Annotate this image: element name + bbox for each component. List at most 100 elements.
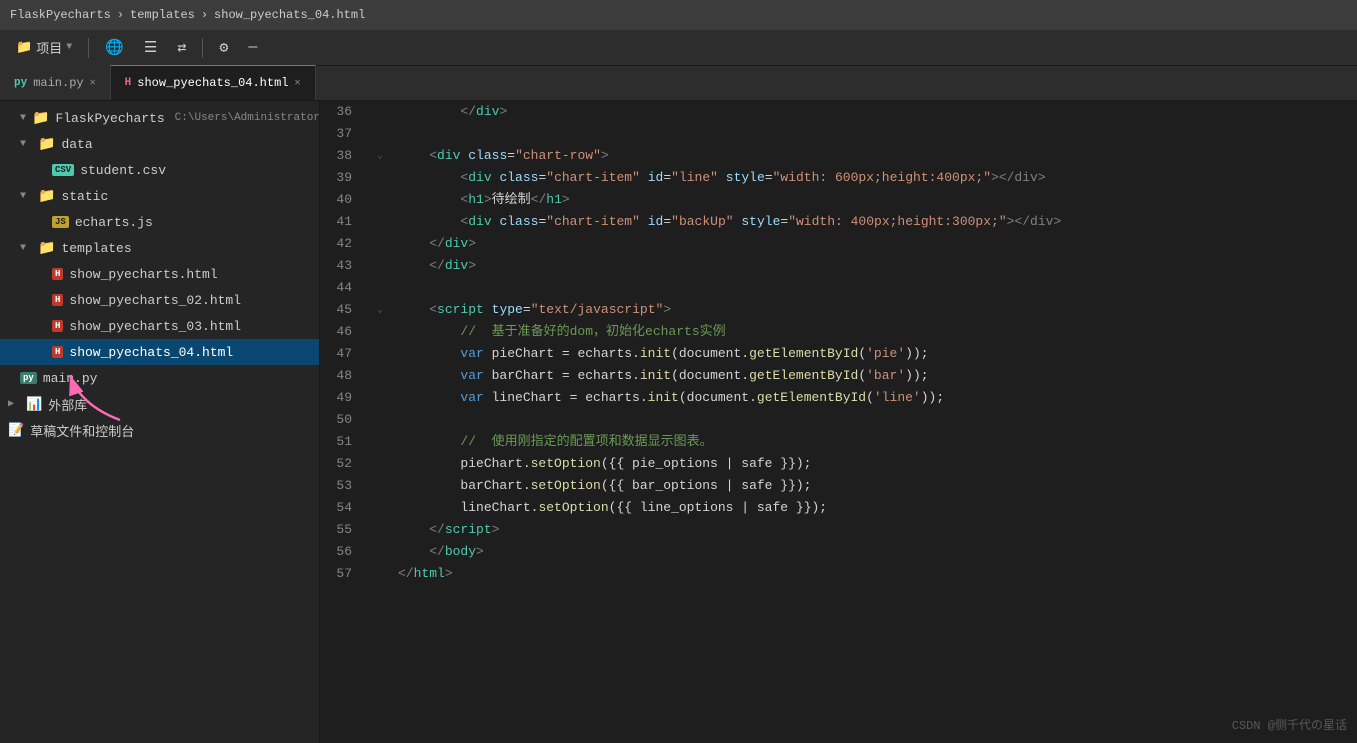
- code-line-36: </div>: [390, 101, 1357, 123]
- code-text: [492, 167, 500, 189]
- code-text: (document.: [671, 343, 749, 365]
- external-lib-icon: 📊: [26, 397, 42, 412]
- line-num-52: 52: [320, 453, 360, 475]
- sidebar-item-show-02[interactable]: H show_pyecharts_02.html: [0, 287, 319, 313]
- code-text: <: [460, 211, 468, 233]
- code-text: =: [765, 167, 773, 189]
- code-text: =: [538, 211, 546, 233]
- code-text: 'line': [874, 387, 921, 409]
- collapse-icon: ☰: [144, 38, 157, 57]
- indicator-55: [370, 519, 390, 541]
- code-text: =: [663, 211, 671, 233]
- code-text: "chart-item": [546, 167, 640, 189]
- indicator-45: ⌄: [370, 299, 390, 321]
- code-text: ({{ bar_options | safe }});: [601, 475, 812, 497]
- indicator-50: [370, 409, 390, 431]
- code-text: [492, 211, 500, 233]
- sync-button[interactable]: ⇄: [169, 34, 194, 61]
- chevron-down-icon: ▼: [20, 191, 32, 202]
- line-num-44: 44: [320, 277, 360, 299]
- tab-show-html[interactable]: H show_pyechats_04.html ✕: [110, 65, 316, 100]
- code-text: [398, 541, 429, 563]
- sidebar-item-show-01[interactable]: H show_pyecharts.html: [0, 261, 319, 287]
- line-num-42: 42: [320, 233, 360, 255]
- code-text: <: [460, 189, 468, 211]
- add-directory-button[interactable]: 🌐: [97, 34, 132, 61]
- py-file-icon: py: [20, 372, 37, 384]
- tab-close-main-py[interactable]: ✕: [90, 77, 96, 89]
- sidebar-item-show-03[interactable]: H show_pyecharts_03.html: [0, 313, 319, 339]
- indicator-39: [370, 167, 390, 189]
- code-text: </: [460, 101, 476, 123]
- collapse-all-button[interactable]: ☰: [136, 34, 165, 61]
- code-text: >: [468, 233, 476, 255]
- minimize-button[interactable]: —: [240, 35, 265, 60]
- code-text: [718, 167, 726, 189]
- line-num-49: 49: [320, 387, 360, 409]
- code-text: style: [741, 211, 780, 233]
- indicator-46: [370, 321, 390, 343]
- project-menu-item[interactable]: 📁 项目 ▼: [8, 34, 80, 61]
- code-text: class: [468, 145, 507, 167]
- sidebar-item-echarts-js[interactable]: JS echarts.js: [0, 209, 319, 235]
- line-num-46: 46: [320, 321, 360, 343]
- html-file-icon-2: H: [52, 294, 63, 306]
- code-text: <: [460, 167, 468, 189]
- code-text: ></div>: [991, 167, 1046, 189]
- code-text: div: [445, 233, 468, 255]
- sidebar-item-show-04[interactable]: H show_pyechats_04.html: [0, 339, 319, 365]
- code-text: 待绘制: [492, 189, 531, 211]
- menu-separator-1: [88, 38, 89, 58]
- indicator-56: [370, 541, 390, 563]
- tab-close-show-html[interactable]: ✕: [295, 77, 301, 89]
- code-text: [398, 387, 460, 409]
- code-text: =: [523, 299, 531, 321]
- code-text: // 使用刚指定的配置项和数据显示图表。: [460, 431, 712, 453]
- minimize-icon: —: [248, 39, 257, 56]
- code-line-51: // 使用刚指定的配置项和数据显示图表。: [390, 431, 1357, 453]
- menu-bar: 📁 项目 ▼ 🌐 ☰ ⇄ ⚙ —: [0, 30, 1357, 66]
- code-line-48: var barChart = echarts.init(document.get…: [390, 365, 1357, 387]
- code-text: getElementById: [749, 343, 858, 365]
- sidebar-item-draft-console[interactable]: 📝 草稿文件和控制台: [0, 417, 319, 443]
- code-text: [460, 145, 468, 167]
- folder-icon: 📁: [16, 40, 32, 55]
- code-text: "backUp": [671, 211, 733, 233]
- code-text: var: [460, 387, 483, 409]
- sidebar-item-data-folder[interactable]: ▼ 📁 data: [0, 131, 319, 157]
- code-text: ({{ pie_options | safe }});: [601, 453, 812, 475]
- code-line-42: </div>: [390, 233, 1357, 255]
- code-text: >: [663, 299, 671, 321]
- code-text: [398, 189, 460, 211]
- chevron-down-icon: ▼: [20, 113, 26, 124]
- line-num-56: 56: [320, 541, 360, 563]
- code-editor[interactable]: 36 37 38 39 40 41 42 43 44 45 46 47 48 4…: [320, 101, 1357, 743]
- code-text: >: [492, 519, 500, 541]
- code-text: =: [663, 167, 671, 189]
- line-num-45: 45: [320, 299, 360, 321]
- code-text: <: [429, 299, 437, 321]
- sidebar-item-external-libs[interactable]: ▶ 📊 外部库: [0, 391, 319, 417]
- code-text: "width: 400px;height:300px;": [788, 211, 1006, 233]
- tab-main-py[interactable]: py main.py ✕: [0, 65, 110, 100]
- code-text: [398, 321, 460, 343]
- code-text: [640, 211, 648, 233]
- line-num-38: 38: [320, 145, 360, 167]
- sidebar-label-main-py: main.py: [43, 371, 98, 386]
- title-file: show_pyechats_04.html: [214, 8, 365, 22]
- settings-button[interactable]: ⚙: [211, 34, 236, 61]
- code-text: type: [492, 299, 523, 321]
- code-text: </: [429, 233, 445, 255]
- code-text: [398, 233, 429, 255]
- sidebar-item-static-folder[interactable]: ▼ 📁 static: [0, 183, 319, 209]
- sidebar-item-templates-folder[interactable]: ▼ 📁 templates: [0, 235, 319, 261]
- code-text: >: [562, 189, 570, 211]
- indicator-53: [370, 475, 390, 497]
- sidebar-project-root[interactable]: ▼ 📁 FlaskPyecharts C:\Users\Administrato…: [0, 105, 319, 131]
- sidebar-item-main-py[interactable]: py main.py: [0, 365, 319, 391]
- code-text: getElementById: [757, 387, 866, 409]
- sidebar-item-student-csv[interactable]: CSV student.csv: [0, 157, 319, 183]
- line-num-47: 47: [320, 343, 360, 365]
- code-text: =: [538, 167, 546, 189]
- code-text: h1: [468, 189, 484, 211]
